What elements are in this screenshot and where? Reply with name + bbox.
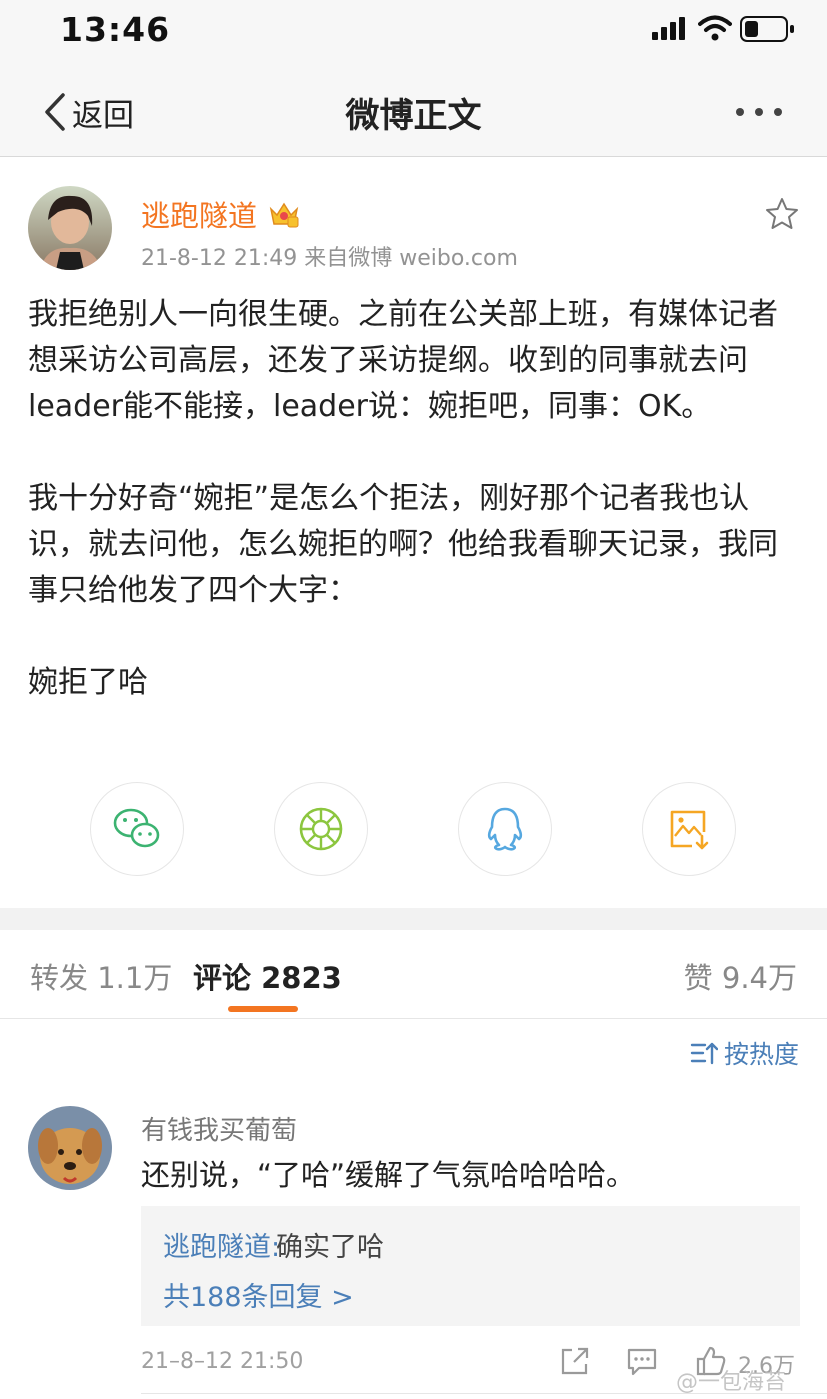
author-avatar[interactable] xyxy=(28,186,112,270)
tabs-divider xyxy=(0,1018,827,1019)
share-wechat-button[interactable] xyxy=(90,782,184,876)
sort-button[interactable]: 按热度 xyxy=(690,1036,799,1070)
tab-comment[interactable]: 评论 2823 xyxy=(193,955,342,997)
sort-icon xyxy=(690,1042,718,1065)
author-name[interactable]: 逃跑隧道 xyxy=(141,193,257,235)
post-body: 我拒绝别人一向很生硬。之前在公关部上班，有媒体记者想采访公司高层，还发了采访提纲… xyxy=(28,292,803,706)
watermark: @一包海苔 xyxy=(676,1370,787,1395)
star-icon[interactable] xyxy=(764,196,800,232)
comment-text: 还别说，“了哈”缓解了气氛哈哈哈哈。 xyxy=(141,1158,636,1192)
share-moments-button[interactable] xyxy=(274,782,368,876)
signal-icon xyxy=(652,17,685,40)
wifi-icon xyxy=(698,15,732,41)
more-icon[interactable] xyxy=(734,100,784,124)
page-title: 微博正文 xyxy=(345,96,482,136)
comment-time: 21–8–12 21:50 xyxy=(141,1349,304,1374)
post-paragraph: 我拒绝别人一向很生硬。之前在公关部上班，有媒体记者想采访公司高层，还发了采访提纲… xyxy=(28,297,778,424)
tab-repost[interactable]: 转发 1.1万 xyxy=(30,955,172,997)
post-paragraph: 婉拒了哈 xyxy=(28,665,148,700)
reply-author[interactable]: 逃跑隧道: xyxy=(163,1225,280,1264)
moments-icon xyxy=(299,807,343,851)
post-paragraph: 我十分好奇“婉拒”是怎么个拒法，刚好那个记者我也认识，就去问他，怎么婉拒的啊？他… xyxy=(28,481,778,608)
share-image-button[interactable] xyxy=(642,782,736,876)
view-replies-link[interactable]: 共188条回复 > xyxy=(163,1275,354,1314)
sort-label: 按热度 xyxy=(724,1040,800,1069)
save-image-icon xyxy=(670,810,709,850)
qq-icon xyxy=(487,807,523,851)
post-meta: 21-8-12 21:49 来自微博 weibo.com xyxy=(141,246,518,271)
share-qq-button[interactable] xyxy=(458,782,552,876)
tab-like[interactable]: 赞 9.4万 xyxy=(684,955,797,997)
commenter-name[interactable]: 有钱我买葡萄 xyxy=(141,1110,297,1147)
section-divider xyxy=(0,908,827,930)
battery-icon xyxy=(740,16,794,42)
forward-icon[interactable] xyxy=(558,1344,592,1378)
comment-icon[interactable] xyxy=(625,1344,659,1378)
commenter-avatar[interactable] xyxy=(28,1106,112,1190)
reply-text: 确实了哈 xyxy=(276,1232,384,1263)
vip-crown-icon xyxy=(269,202,299,228)
tab-active-indicator xyxy=(228,1006,298,1012)
status-time: 13:46 xyxy=(60,10,171,49)
wechat-icon xyxy=(113,808,160,848)
